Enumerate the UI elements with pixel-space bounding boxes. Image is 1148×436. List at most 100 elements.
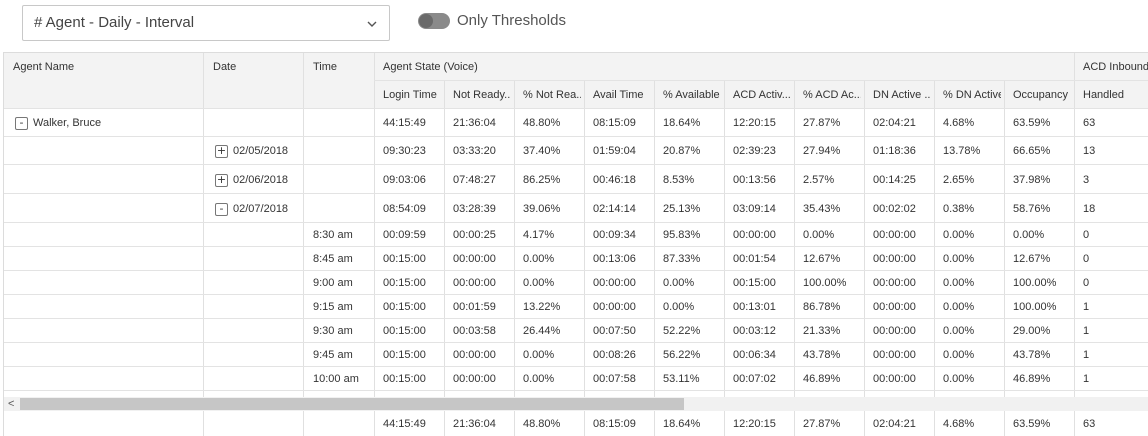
data-cell: 2.65% bbox=[943, 174, 975, 186]
data-cell: 00:00:00 bbox=[873, 325, 916, 337]
time-value: 8:30 am bbox=[313, 229, 353, 241]
column-header[interactable]: Handled bbox=[1083, 89, 1141, 101]
total-cell: 27.87% bbox=[803, 418, 841, 430]
data-cell: 0.00% bbox=[523, 373, 555, 385]
data-cell: 00:03:58 bbox=[453, 325, 496, 337]
data-cell: 0.00% bbox=[943, 277, 975, 289]
column-header[interactable]: % Available bbox=[663, 89, 721, 101]
data-cell: 1 bbox=[1083, 325, 1090, 337]
only-thresholds-label: Only Thresholds bbox=[457, 12, 566, 29]
data-cell: 37.98% bbox=[1013, 174, 1051, 186]
data-cell: 00:08:26 bbox=[593, 349, 636, 361]
column-header-date[interactable]: Date bbox=[213, 61, 236, 73]
column-divider bbox=[654, 411, 655, 436]
table-row[interactable]: 9:45 am 00:15:00 00:00:00 0.00% 00:08:26 56.2… bbox=[4, 343, 1148, 367]
data-cell: 00:14:25 bbox=[873, 174, 916, 186]
column-header[interactable]: % ACD Ac... bbox=[803, 89, 861, 101]
data-cell: 0.00% bbox=[523, 349, 555, 361]
data-cell: 00:02:02 bbox=[873, 203, 916, 215]
table-row[interactable]: 10:00 am 00:15:00 00:00:00 0.00% 00:07:58 53.… bbox=[4, 367, 1148, 391]
chevron-down-icon bbox=[367, 21, 377, 27]
table-row[interactable]: - Walker, Bruce 44:15:49 21:36:04 48.80% 08:1… bbox=[4, 109, 1148, 137]
collapse-toggle[interactable]: - bbox=[15, 117, 28, 130]
data-cell: 18.64% bbox=[663, 117, 701, 129]
scroll-left-arrow[interactable]: < bbox=[8, 397, 14, 411]
data-cell: 4.68% bbox=[943, 117, 975, 129]
table-row[interactable]: 8:45 am 00:15:00 00:00:00 0.00% 00:13:06 87.3… bbox=[4, 247, 1148, 271]
column-header-agent-name[interactable]: Agent Name bbox=[13, 61, 74, 73]
data-cell: 00:07:50 bbox=[593, 325, 636, 337]
data-cell: 09:03:06 bbox=[383, 174, 426, 186]
data-cell: 00:09:59 bbox=[383, 229, 426, 241]
table-row[interactable]: 9:00 am 00:15:00 00:00:00 0.00% 00:00:00 0.00… bbox=[4, 271, 1148, 295]
table-row[interactable]: 8:30 am 00:09:59 00:00:25 4.17% 00:09:34 95.8… bbox=[4, 223, 1148, 247]
data-cell: 00:00:00 bbox=[593, 301, 636, 313]
data-cell: 100.00% bbox=[1013, 277, 1057, 289]
collapse-toggle[interactable]: - bbox=[215, 203, 228, 216]
group-header-acd-inbound: ACD Inbound bbox=[1083, 61, 1148, 73]
column-divider bbox=[584, 411, 585, 436]
data-cell: 25.13% bbox=[663, 203, 701, 215]
data-cell: 00:15:00 bbox=[383, 349, 426, 361]
data-cell: 13.22% bbox=[523, 301, 561, 313]
total-cell: 63 bbox=[1083, 418, 1096, 430]
table-row[interactable]: +02/06/2018 09:03:06 07:48:27 86.25% 00:46:1… bbox=[4, 165, 1148, 194]
time-value: 9:00 am bbox=[313, 277, 353, 289]
column-divider bbox=[444, 411, 445, 436]
column-header[interactable]: Occupancy bbox=[1013, 89, 1071, 101]
report-select[interactable]: # Agent - Daily - Interval bbox=[22, 5, 390, 41]
scrollbar-thumb[interactable] bbox=[20, 398, 684, 410]
report-select-value: # Agent - Daily - Interval bbox=[34, 14, 195, 31]
time-value: 9:15 am bbox=[313, 301, 353, 313]
column-header[interactable]: % Not Rea... bbox=[523, 89, 581, 101]
data-cell: 00:06:34 bbox=[733, 349, 776, 361]
data-cell: 0.00% bbox=[523, 277, 555, 289]
data-cell: 4.17% bbox=[523, 229, 555, 241]
data-cell: 00:00:00 bbox=[873, 277, 916, 289]
data-cell: 21.33% bbox=[803, 325, 841, 337]
data-cell: 00:00:00 bbox=[453, 253, 496, 265]
data-cell: 00:01:54 bbox=[733, 253, 776, 265]
table-row[interactable]: +02/05/2018 09:30:23 03:33:20 37.40% 01:59:0… bbox=[4, 137, 1148, 165]
data-cell: 0.00% bbox=[943, 373, 975, 385]
data-cell: 00:13:56 bbox=[733, 174, 776, 186]
only-thresholds-toggle[interactable] bbox=[418, 13, 450, 29]
data-cell: 00:07:02 bbox=[733, 373, 776, 385]
expand-toggle[interactable]: + bbox=[215, 174, 228, 187]
column-header[interactable]: % DN Active bbox=[943, 89, 1001, 101]
data-cell: 21:36:04 bbox=[453, 117, 496, 129]
row-divider bbox=[374, 80, 1148, 81]
table-row[interactable]: 9:30 am 00:15:00 00:03:58 26.44% 00:07:50 52.… bbox=[4, 319, 1148, 343]
data-cell: 0.00% bbox=[663, 301, 695, 313]
column-header[interactable]: ACD Activ... bbox=[733, 89, 791, 101]
data-cell: 13.78% bbox=[943, 145, 981, 157]
data-cell: 00:13:01 bbox=[733, 301, 776, 313]
data-cell: 01:18:36 bbox=[873, 145, 916, 157]
total-cell: 21:36:04 bbox=[453, 418, 496, 430]
expand-toggle[interactable]: + bbox=[215, 145, 228, 158]
data-cell: 12:20:15 bbox=[733, 117, 776, 129]
data-cell: 02:04:21 bbox=[873, 117, 916, 129]
data-cell: 0.00% bbox=[943, 301, 975, 313]
data-cell: 2.57% bbox=[803, 174, 835, 186]
data-cell: 00:15:00 bbox=[383, 373, 426, 385]
data-cell: 00:00:00 bbox=[453, 277, 496, 289]
column-header[interactable]: Login Time bbox=[383, 89, 441, 101]
table-row[interactable]: 9:15 am 00:15:00 00:01:59 13.22% 00:00:00 0.0… bbox=[4, 295, 1148, 319]
data-cell: 0 bbox=[1083, 253, 1090, 265]
column-header[interactable]: Not Ready... bbox=[453, 89, 511, 101]
data-cell: 29.00% bbox=[1013, 325, 1051, 337]
data-cell: 1 bbox=[1083, 373, 1090, 385]
column-header[interactable]: DN Active ... bbox=[873, 89, 931, 101]
data-cell: 00:00:00 bbox=[453, 373, 496, 385]
data-cell: 3 bbox=[1083, 174, 1090, 186]
column-header-time[interactable]: Time bbox=[313, 61, 337, 73]
time-value: 9:45 am bbox=[313, 349, 353, 361]
data-cell: 08:54:09 bbox=[383, 203, 426, 215]
data-cell: 35.43% bbox=[803, 203, 841, 215]
table-row[interactable]: -02/07/2018 08:54:09 03:28:39 39.06% 02:14:1… bbox=[4, 194, 1148, 223]
time-value: 10:00 am bbox=[313, 373, 359, 385]
column-header[interactable]: Avail Time bbox=[593, 89, 651, 101]
total-cell: 48.80% bbox=[523, 418, 561, 430]
data-cell: 100.00% bbox=[803, 277, 847, 289]
